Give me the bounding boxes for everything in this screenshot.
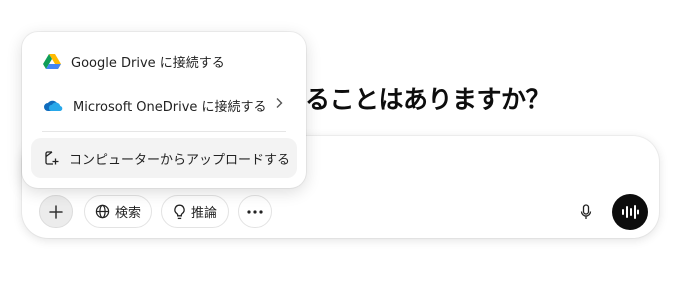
voice-mode-button[interactable] [612,194,648,230]
search-button[interactable]: 検索 [84,195,152,228]
menu-item-label: Google Drive に接続する [71,55,225,71]
lightbulb-icon [173,204,186,220]
menu-item-onedrive[interactable]: Microsoft OneDrive に接続する [31,85,297,125]
menu-divider [42,131,286,132]
google-drive-icon [43,53,61,69]
menu-item-google-drive[interactable]: Google Drive に接続する [31,41,297,81]
globe-icon [95,204,110,219]
more-dots-icon [247,209,263,214]
page-headline: ることはありますか？ [305,85,551,114]
chevron-right-icon [275,97,283,109]
reason-button-label: 推論 [190,206,217,221]
more-tools-button[interactable] [238,195,272,228]
menu-item-upload-from-computer[interactable]: コンピューターからアップロードする [31,138,297,178]
microphone-icon [580,204,592,220]
attach-plus-button[interactable] [39,195,73,228]
reason-button[interactable]: 推論 [161,195,229,228]
menu-item-label: コンピューターからアップロードする [69,152,291,168]
dictate-button[interactable] [569,195,603,229]
onedrive-icon [43,99,63,112]
plus-icon [49,204,63,219]
waveform-icon [621,204,639,220]
attach-menu: Google Drive に接続する Microsoft OneDrive に接… [22,32,306,188]
upload-file-icon [43,150,59,166]
search-button-label: 検索 [114,206,141,221]
menu-item-label: Microsoft OneDrive に接続する [73,99,267,115]
